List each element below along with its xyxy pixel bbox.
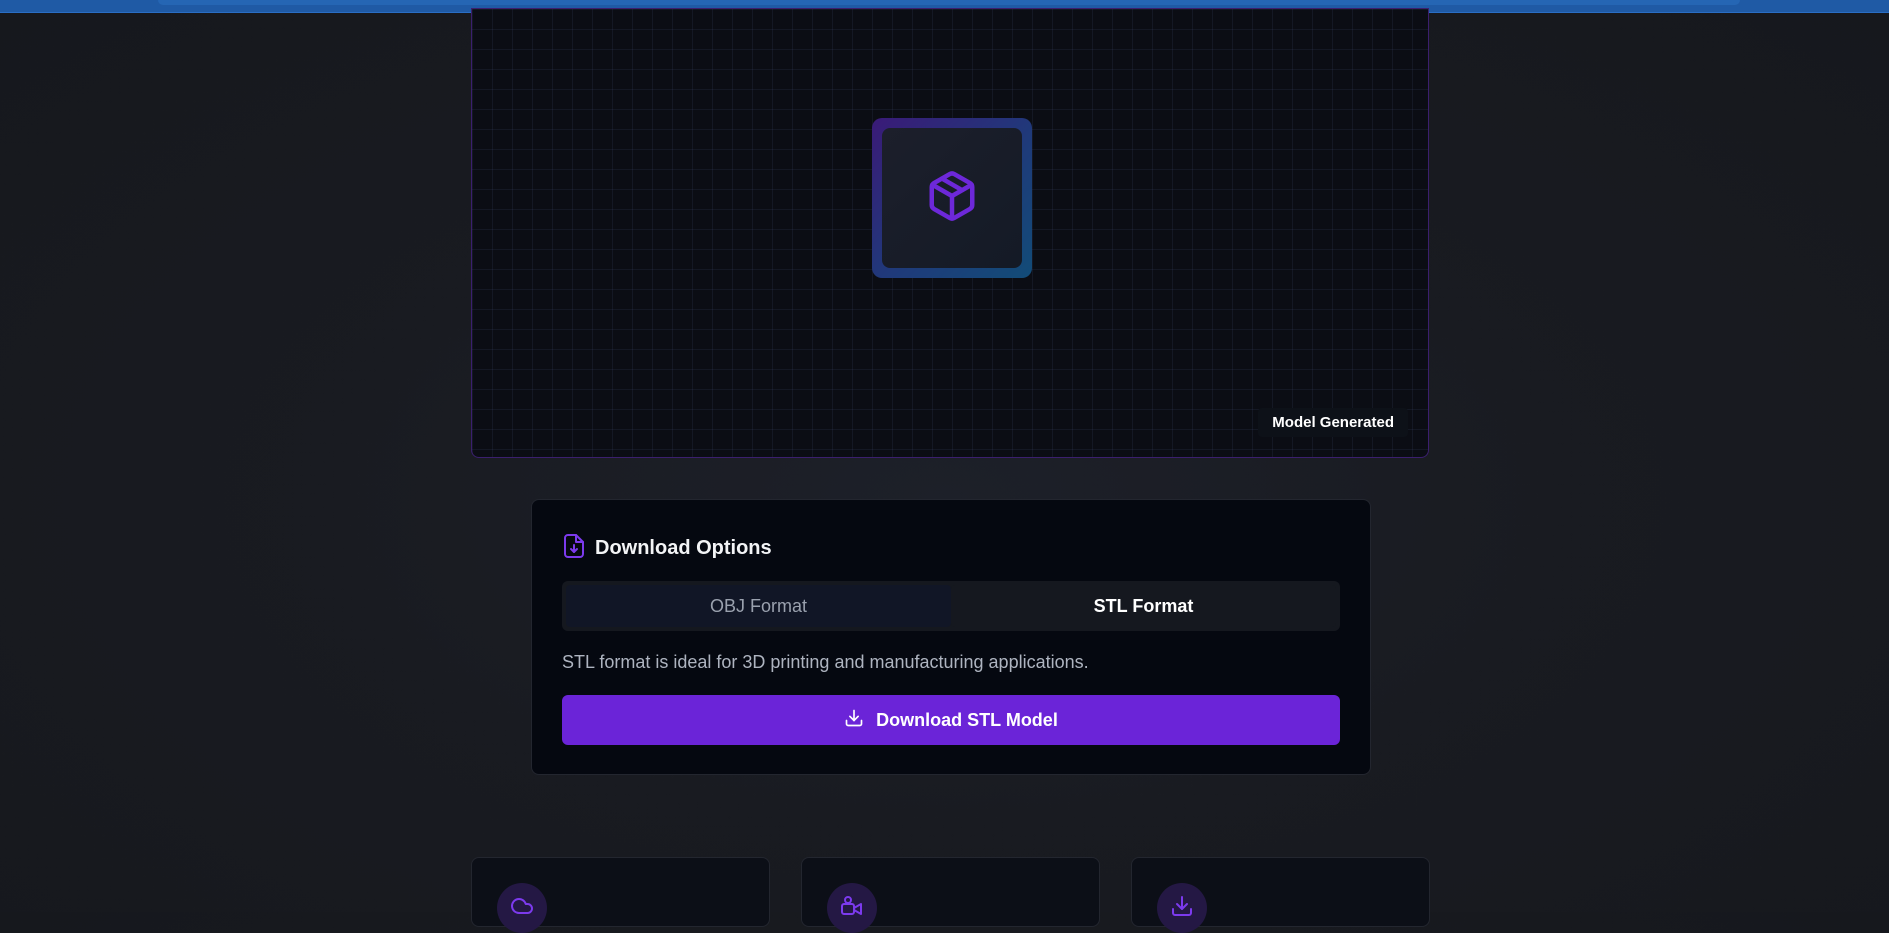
feature-icon-circle bbox=[1157, 883, 1207, 933]
download-icon bbox=[844, 708, 876, 733]
format-tabs: OBJ Format STL Format bbox=[562, 581, 1340, 631]
user-video-icon bbox=[840, 894, 864, 923]
package-cube-icon bbox=[925, 167, 979, 230]
cloud-icon bbox=[510, 894, 534, 923]
feature-icon-circle bbox=[827, 883, 877, 933]
tab-stl-format[interactable]: STL Format bbox=[951, 585, 1336, 627]
download-stl-button[interactable]: Download STL Model bbox=[562, 695, 1340, 745]
format-description: STL format is ideal for 3D printing and … bbox=[562, 652, 1089, 672]
feature-card-2 bbox=[801, 857, 1100, 933]
download-options-title: Download Options bbox=[595, 537, 772, 559]
download-options-card: Download Options OBJ Format STL Format S… bbox=[531, 499, 1371, 775]
file-download-icon bbox=[563, 533, 585, 564]
feature-icon-circle bbox=[497, 883, 547, 933]
model-preview-frame bbox=[872, 118, 1032, 278]
tab-obj-format[interactable]: OBJ Format bbox=[566, 585, 951, 627]
feature-card-1 bbox=[471, 857, 770, 933]
download-icon bbox=[1170, 894, 1194, 923]
download-button-label: Download STL Model bbox=[876, 709, 1058, 730]
feature-card-3 bbox=[1131, 857, 1430, 933]
model-status-badge: Model Generated bbox=[1258, 408, 1408, 437]
model-preview-inner bbox=[882, 128, 1022, 268]
address-bar-edge[interactable] bbox=[158, 0, 1740, 5]
card-header: Download Options bbox=[563, 533, 772, 564]
model-viewer[interactable]: Model Generated bbox=[471, 8, 1429, 458]
